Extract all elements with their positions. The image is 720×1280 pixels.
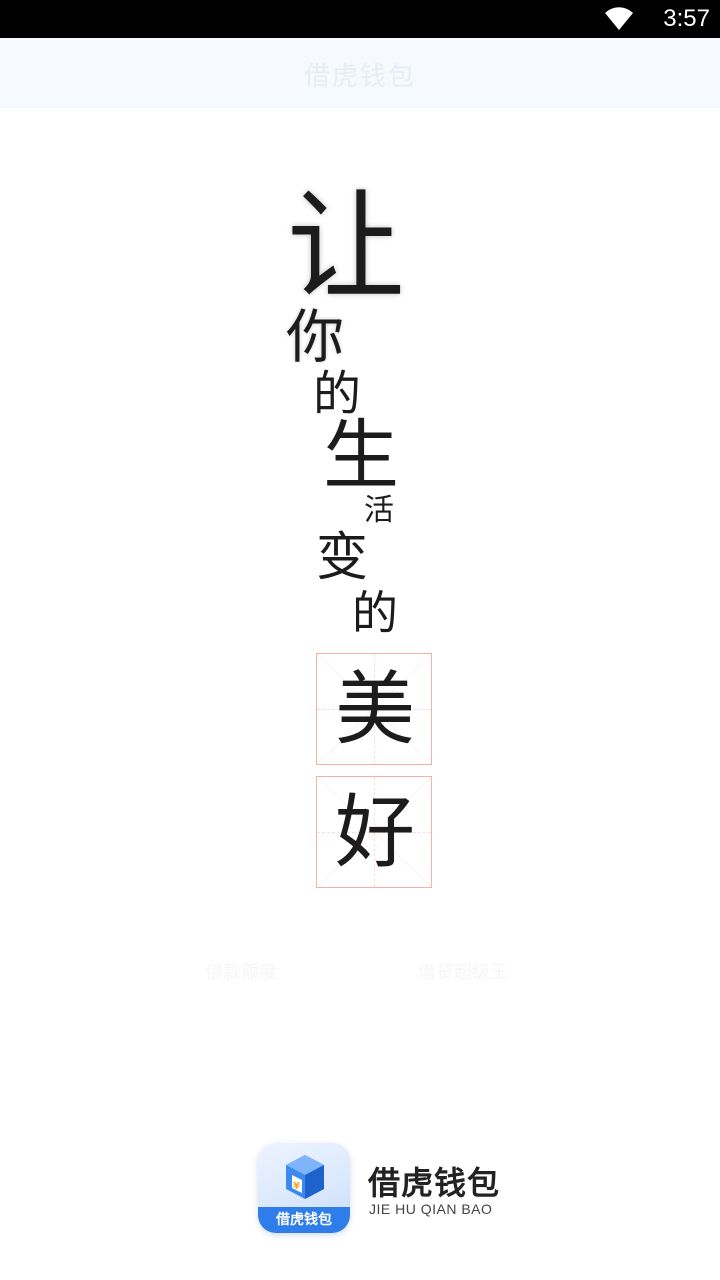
poem-char: 让: [287, 178, 406, 316]
svg-text:¥: ¥: [293, 1181, 300, 1192]
brand-name: 借虎钱包: [368, 1164, 501, 1202]
cube-icon: ¥: [286, 1155, 324, 1199]
calligraphy-grid: 好: [316, 776, 432, 888]
splash-poem: 让 你 的 生 活 变 的 美 好: [0, 0, 720, 1280]
poem-char: 你: [286, 303, 345, 371]
grid-char: 好: [335, 786, 415, 879]
app-icon-label: 借虎钱包: [276, 1212, 332, 1228]
calligraphy-grid: 美: [316, 653, 432, 765]
poem-char: 的: [352, 586, 398, 640]
brand-pinyin: JIE HU QIAN BAO: [369, 1201, 493, 1217]
faint-text-right: 借贷超级王: [418, 962, 508, 983]
poem-char: 变: [316, 528, 369, 588]
poem-char: 活: [364, 493, 394, 528]
poem-char: 生: [323, 411, 399, 500]
grid-char: 美: [335, 663, 415, 756]
faint-text-left: 借款额度: [205, 962, 277, 983]
app-logo-icon: ¥ 借虎钱包: [258, 1143, 350, 1233]
